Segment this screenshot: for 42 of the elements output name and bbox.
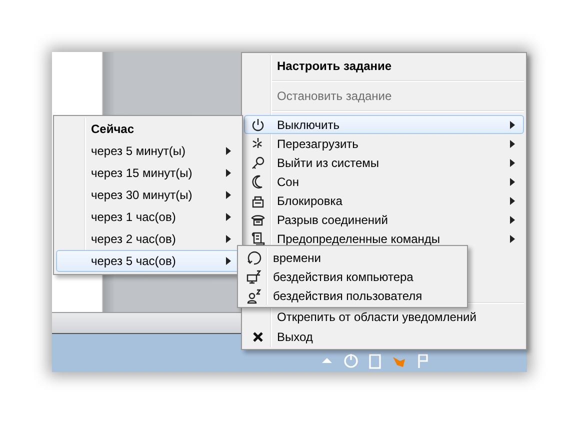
submenu-arrow-icon xyxy=(226,213,231,221)
menu-item[interactable]: Разрыв соединений xyxy=(244,210,524,229)
submenu-arrow-icon xyxy=(510,196,515,204)
menu-item[interactable]: бездействия пользователя xyxy=(240,286,465,305)
menu-item[interactable]: Настроить задание xyxy=(244,55,524,77)
menu-item[interactable]: Выход xyxy=(244,327,524,347)
menu-item[interactable]: времени xyxy=(240,248,465,267)
submenu-arrow-icon xyxy=(510,216,515,224)
refresh-icon xyxy=(246,250,262,266)
menu-item[interactable]: Выйти из системы xyxy=(244,153,524,172)
menu-item[interactable]: Перезагрузить xyxy=(244,134,524,153)
submenu-arrow-icon xyxy=(226,235,231,243)
sleeping-monitor-icon xyxy=(246,268,262,284)
menu-item[interactable]: Блокировка xyxy=(244,191,524,210)
submenu-arrow-icon xyxy=(226,191,231,199)
menu-item[interactable]: через 1 час(ов) xyxy=(56,206,240,228)
menu-item[interactable]: Предопределенные команды xyxy=(244,229,524,248)
submenu-arrow-icon xyxy=(510,120,515,128)
menu-item[interactable]: через 5 час(ов) xyxy=(56,250,240,272)
power-icon xyxy=(250,116,266,132)
sleeping-user-icon xyxy=(246,288,262,304)
device-icon[interactable] xyxy=(367,353,383,369)
menu-item[interactable]: Сейчас xyxy=(56,118,240,140)
menu-item[interactable]: Открепить от области уведомлений xyxy=(244,307,524,327)
submenu-arrow-icon xyxy=(226,147,231,155)
menu-item[interactable]: через 15 минут(ы) xyxy=(56,162,240,184)
submenu-arrow-icon xyxy=(226,257,231,265)
key-icon xyxy=(250,154,266,170)
flag-icon[interactable] xyxy=(415,353,431,369)
menu-item[interactable]: Сон xyxy=(244,172,524,191)
submenu-arrow-icon xyxy=(510,234,515,242)
submenu-arrow-icon xyxy=(510,140,515,148)
menu-item[interactable]: бездействия компьютера xyxy=(240,267,465,286)
scroll-icon xyxy=(250,230,266,246)
submenu-arrow-icon xyxy=(510,178,515,186)
menu-item[interactable]: через 30 минут(ы) xyxy=(56,184,240,206)
power-icon[interactable] xyxy=(343,353,359,369)
submenu-arrow-icon xyxy=(510,158,515,166)
submenu-arrow-icon xyxy=(226,169,231,177)
menu-item[interactable]: через 2 час(ов) xyxy=(56,228,240,250)
menu-item[interactable]: через 5 минут(ы) xyxy=(56,140,240,162)
menu-item[interactable]: Выключить xyxy=(244,115,524,134)
